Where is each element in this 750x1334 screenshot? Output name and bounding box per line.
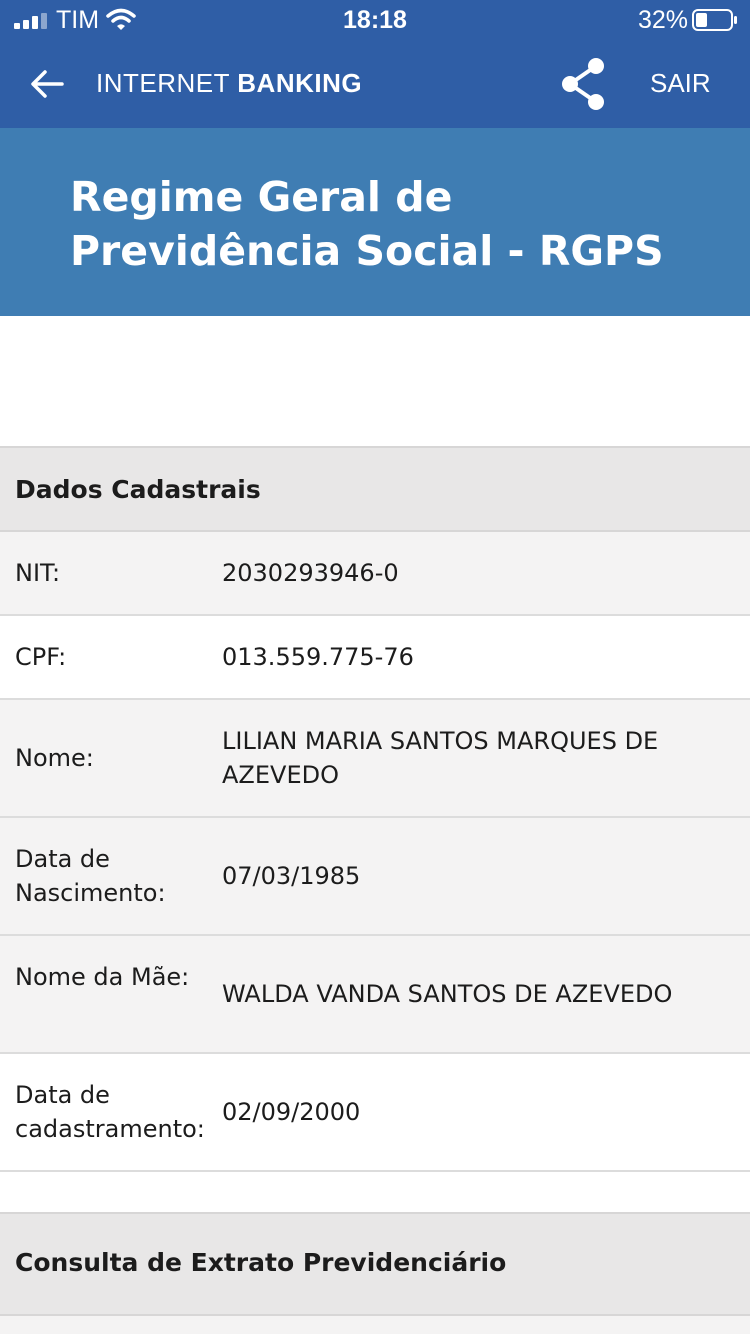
row-label: Nome da Mãe: [15,963,190,991]
logout-button[interactable]: SAIR [650,68,711,99]
wifi-icon [106,8,136,30]
row-value: WALDA VANDA SANTOS DE AZEVEDO [222,980,673,1008]
share-button[interactable] [556,54,616,114]
row-label: Data de cadastramento: [15,1081,205,1143]
row-label: NIT: [15,559,61,587]
row-label: CPF: [15,643,67,671]
battery-level-fill [696,13,707,27]
info-row-birth-date: Data de Nascimento: 07/03/1985 [0,818,750,936]
personal-data-list: NIT: 2030293946-0 CPF: 013.559.775-76 No… [0,532,750,1172]
app-title-bold: BANKING [237,68,363,98]
section-title: Consulta de Extrato Previdenciário [15,1248,507,1277]
row-value: 2030293946-0 [222,559,399,587]
row-value: 013.559.775-76 [222,643,414,671]
info-row-cpf: CPF: 013.559.775-76 [0,616,750,700]
status-bar: TIM 18:18 32% [0,0,750,40]
info-row-mother-name: Nome da Mãe: WALDA VANDA SANTOS DE AZEVE… [0,936,750,1054]
list-continuation [0,1316,750,1334]
section-header-statement[interactable]: Consulta de Extrato Previdenciário [0,1212,750,1316]
row-label: Data de Nascimento: [15,845,166,907]
info-row-name: Nome: LILIAN MARIA SANTOS MARQUES DE AZE… [0,700,750,818]
row-value: LILIAN MARIA SANTOS MARQUES DE AZEVEDO [222,727,659,789]
battery-percentage: 32% [637,6,688,34]
page-banner: Regime Geral de Previdência Social - RGP… [0,128,750,316]
info-row-nit: NIT: 2030293946-0 [0,532,750,616]
app-title-light: INTERNET [96,68,238,98]
section-title: Dados Cadastrais [15,475,261,504]
signal-bars-icon [14,13,47,29]
back-button[interactable] [18,58,74,110]
row-label: Nome: [15,744,94,772]
share-icon [562,58,604,110]
info-row-registration-date: Data de cadastramento: 02/09/2000 [0,1054,750,1172]
app-header: INTERNET BANKING SAIR [0,40,750,128]
battery-icon [692,9,737,31]
section-header-personal-data: Dados Cadastrais [0,446,750,532]
page-title: Regime Geral de Previdência Social - RGP… [70,173,664,275]
app-title: INTERNET BANKING [96,68,362,99]
arrow-left-icon [31,70,64,98]
carrier-name: TIM [56,6,100,34]
row-value: 02/09/2000 [222,1098,361,1126]
row-value: 07/03/1985 [222,862,361,890]
